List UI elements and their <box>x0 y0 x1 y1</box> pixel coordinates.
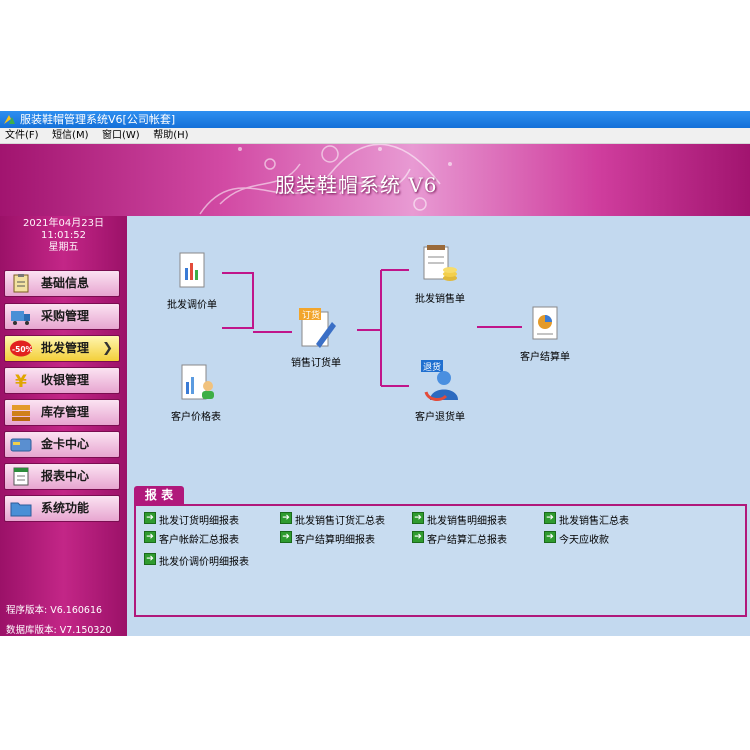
clock-time: 11:01:52 <box>41 230 86 241</box>
warehouse-icon <box>12 405 30 421</box>
nav-wholesale-label: 批发管理 <box>41 341 90 355</box>
report-link-wholesale-order-summary[interactable]: ➔ 批发销售订货汇总表 <box>280 512 385 527</box>
nav-cashier-button[interactable]: ¥ 收银管理 <box>4 367 120 394</box>
green-arrow-icon: ➔ <box>280 531 292 543</box>
banner-title: 服装鞋帽系统 V6 <box>275 173 438 197</box>
folder-icon <box>10 502 32 517</box>
window-titlebar: 服装鞋帽管理系统V6[公司帐套] <box>0 111 750 128</box>
menu-sms[interactable]: 短信(M) <box>47 128 93 144</box>
report-link-wholesale-sales-detail[interactable]: ➔ 批发销售明细报表 <box>412 512 507 527</box>
wholesale-sales-label: 批发销售单 <box>415 294 465 305</box>
sidebar: 2021年04月23日 11:01:52 星期五 基础信息 采购管理 -50% … <box>0 216 127 636</box>
customer-price-list-node[interactable]: 客户价格表 <box>171 362 221 423</box>
database-version: 数据库版本: V7.150320 <box>6 625 112 636</box>
report-link-label: 批发销售明细报表 <box>427 516 507 527</box>
report-link-label: 客户结算明细报表 <box>295 535 375 546</box>
order-form-pen-icon: 订货 <box>299 308 336 348</box>
clipboard-icon <box>13 274 29 293</box>
report-tab[interactable]: 报 表 <box>134 486 184 504</box>
nav-inventory-label: 库存管理 <box>41 405 90 419</box>
report-link-customer-settlement-detail[interactable]: ➔ 客户结算明细报表 <box>280 531 375 546</box>
svg-text:¥: ¥ <box>15 372 27 390</box>
report-link-label: 批发销售汇总表 <box>559 516 629 527</box>
report-link-wholesale-order-detail[interactable]: ➔ 批发订货明细报表 <box>144 512 239 527</box>
return-badge-text: 退货 <box>423 361 441 373</box>
app-logo-icon <box>4 115 15 124</box>
report-link-customer-settlement-summary[interactable]: ➔ 客户结算汇总报表 <box>412 531 507 546</box>
customer-price-list-label: 客户价格表 <box>171 412 221 423</box>
settlement-chart-icon <box>532 306 558 340</box>
report-link-label: 批发销售订货汇总表 <box>295 516 385 527</box>
program-version: 程序版本: V6.160616 <box>6 605 103 616</box>
customer-return-node[interactable]: 退货 客户退货单 <box>415 358 465 423</box>
spreadsheet-icon <box>13 467 29 486</box>
green-arrow-icon: ➔ <box>280 512 292 524</box>
price-adjustment-node[interactable]: 批发调价单 <box>167 250 217 311</box>
price-document-icon <box>179 252 205 288</box>
nav-purchase-label: 采购管理 <box>41 309 90 323</box>
price-adjustment-label: 批发调价单 <box>167 300 217 311</box>
customer-settlement-node[interactable]: 客户结算单 <box>520 304 570 363</box>
customer-price-chart-icon <box>181 364 214 400</box>
nav-gold-card-label: 金卡中心 <box>41 437 90 451</box>
report-link-label: 客户帐龄汇总报表 <box>159 535 239 546</box>
truck-icon <box>11 311 30 325</box>
nav-inventory-button[interactable]: 库存管理 <box>4 399 120 426</box>
clock-date: 2021年04月23日 <box>23 218 104 229</box>
report-link-today-receivables[interactable]: ➔ 今天应收款 <box>544 531 609 546</box>
green-arrow-icon: ➔ <box>544 512 556 524</box>
menu-help[interactable]: 帮助(H) <box>148 128 193 144</box>
report-link-label: 今天应收款 <box>559 535 609 546</box>
header-banner: 服装鞋帽系统 V6 <box>0 144 750 216</box>
green-arrow-icon: ➔ <box>412 512 424 524</box>
report-link-label: 批发价调价明细报表 <box>159 557 249 568</box>
nav-gold-card-button[interactable]: 金卡中心 <box>4 431 120 458</box>
menu-window[interactable]: 窗口(W) <box>97 128 145 144</box>
order-badge-text: 订货 <box>302 309 320 321</box>
green-arrow-icon: ➔ <box>144 512 156 524</box>
nav-basic-info-button[interactable]: 基础信息 <box>4 270 120 297</box>
yen-icon: ¥ <box>15 372 27 390</box>
green-arrow-icon: ➔ <box>544 531 556 543</box>
nav-purchase-button[interactable]: 采购管理 <box>4 303 120 330</box>
discount-tag-icon: -50% <box>10 340 32 357</box>
green-arrow-icon: ➔ <box>144 531 156 543</box>
chevron-right-icon: ❯ <box>102 341 113 356</box>
menu-bar: 文件(F) 短信(M) 窗口(W) 帮助(H) <box>0 128 750 144</box>
report-link-wholesale-price-adjust-detail[interactable]: ➔ 批发价调价明细报表 <box>144 553 249 568</box>
card-icon <box>10 438 32 452</box>
sales-order-node[interactable]: 订货 销售订货单 <box>291 306 341 369</box>
nav-system-label: 系统功能 <box>41 501 90 515</box>
nav-system-button[interactable]: 系统功能 <box>4 495 120 522</box>
wholesale-sales-node[interactable]: 批发销售单 <box>415 244 465 305</box>
menu-file[interactable]: 文件(F) <box>0 128 44 144</box>
nav-wholesale-button[interactable]: -50% 批发管理 ❯ <box>4 335 120 362</box>
green-arrow-icon: ➔ <box>412 531 424 543</box>
return-person-icon: 退货 <box>421 360 458 401</box>
sales-doc-coins-icon <box>423 245 457 281</box>
clock-panel: 2021年04月23日 11:01:52 星期五 <box>0 218 127 254</box>
report-panel: ➔ 批发订货明细报表 ➔ 批发销售订货汇总表 ➔ 批发销售明细报表 ➔ 批发销售汇总表 … <box>134 504 747 617</box>
report-link-customer-aging-summary[interactable]: ➔ 客户帐龄汇总报表 <box>144 531 239 546</box>
sales-order-label: 销售订货单 <box>291 358 341 369</box>
report-link-label: 批发订货明细报表 <box>159 516 239 527</box>
report-link-wholesale-sales-summary[interactable]: ➔ 批发销售汇总表 <box>544 512 629 527</box>
clock-weekday: 星期五 <box>48 242 79 253</box>
discount-badge-text: -50% <box>12 345 32 354</box>
nav-cashier-label: 收银管理 <box>41 373 90 387</box>
window-title: 服装鞋帽管理系统V6[公司帐套] <box>20 113 176 126</box>
nav-basic-info-label: 基础信息 <box>41 276 90 290</box>
report-link-label: 客户结算汇总报表 <box>427 535 507 546</box>
customer-return-label: 客户退货单 <box>415 412 465 423</box>
nav-report-center-label: 报表中心 <box>41 469 90 483</box>
green-arrow-icon: ➔ <box>144 553 156 565</box>
nav-report-center-button[interactable]: 报表中心 <box>4 463 120 490</box>
customer-settlement-label: 客户结算单 <box>520 352 570 363</box>
